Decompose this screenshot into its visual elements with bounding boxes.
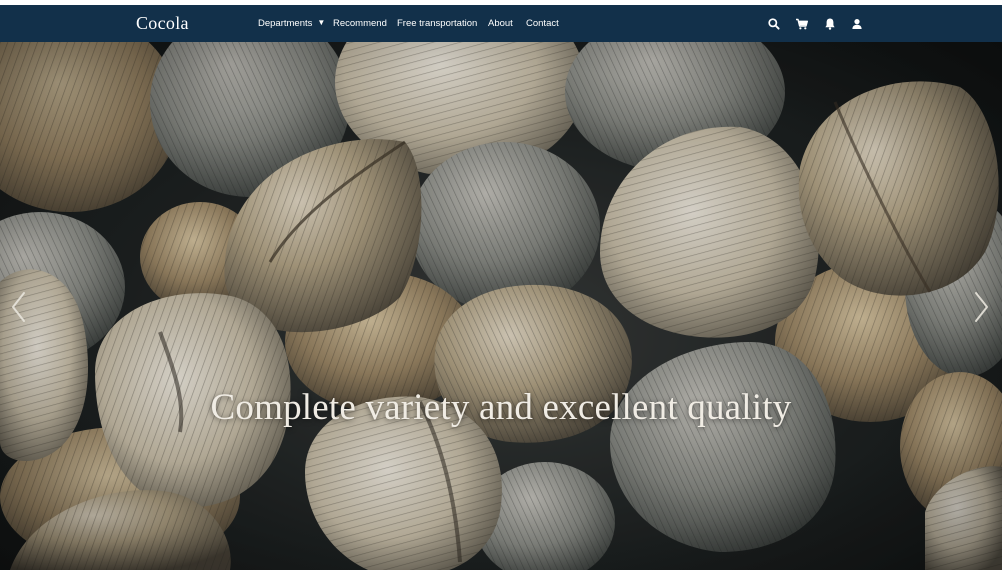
cart-icon[interactable]	[794, 16, 810, 32]
chevron-right-icon[interactable]	[970, 287, 994, 327]
search-icon[interactable]	[766, 16, 782, 32]
bell-icon[interactable]	[822, 16, 838, 32]
chevron-left-icon[interactable]	[6, 287, 30, 327]
nav-item-label: Departments	[258, 18, 313, 29]
nav-item-free-transportation[interactable]: Free transportation	[397, 5, 477, 42]
caret-down-icon: ▼	[317, 18, 326, 27]
shells-photo	[0, 42, 1002, 570]
hero-carousel: Complete variety and excellent quality	[0, 42, 1002, 570]
nav-item-departments[interactable]: Departments ▼	[258, 5, 325, 42]
nav-item-about[interactable]: About	[488, 5, 513, 42]
hero-title: Complete variety and excellent quality	[210, 387, 792, 428]
brand-logo[interactable]: Cocola	[136, 13, 189, 34]
navbar: Cocola Departments ▼ Recommend Free trans…	[0, 5, 1002, 42]
nav-item-contact[interactable]: Contact	[526, 5, 559, 42]
nav-item-recommend[interactable]: Recommend	[333, 5, 387, 42]
user-icon[interactable]	[849, 16, 865, 32]
page-frame: Cocola Departments ▼ Recommend Free trans…	[0, 5, 1002, 570]
